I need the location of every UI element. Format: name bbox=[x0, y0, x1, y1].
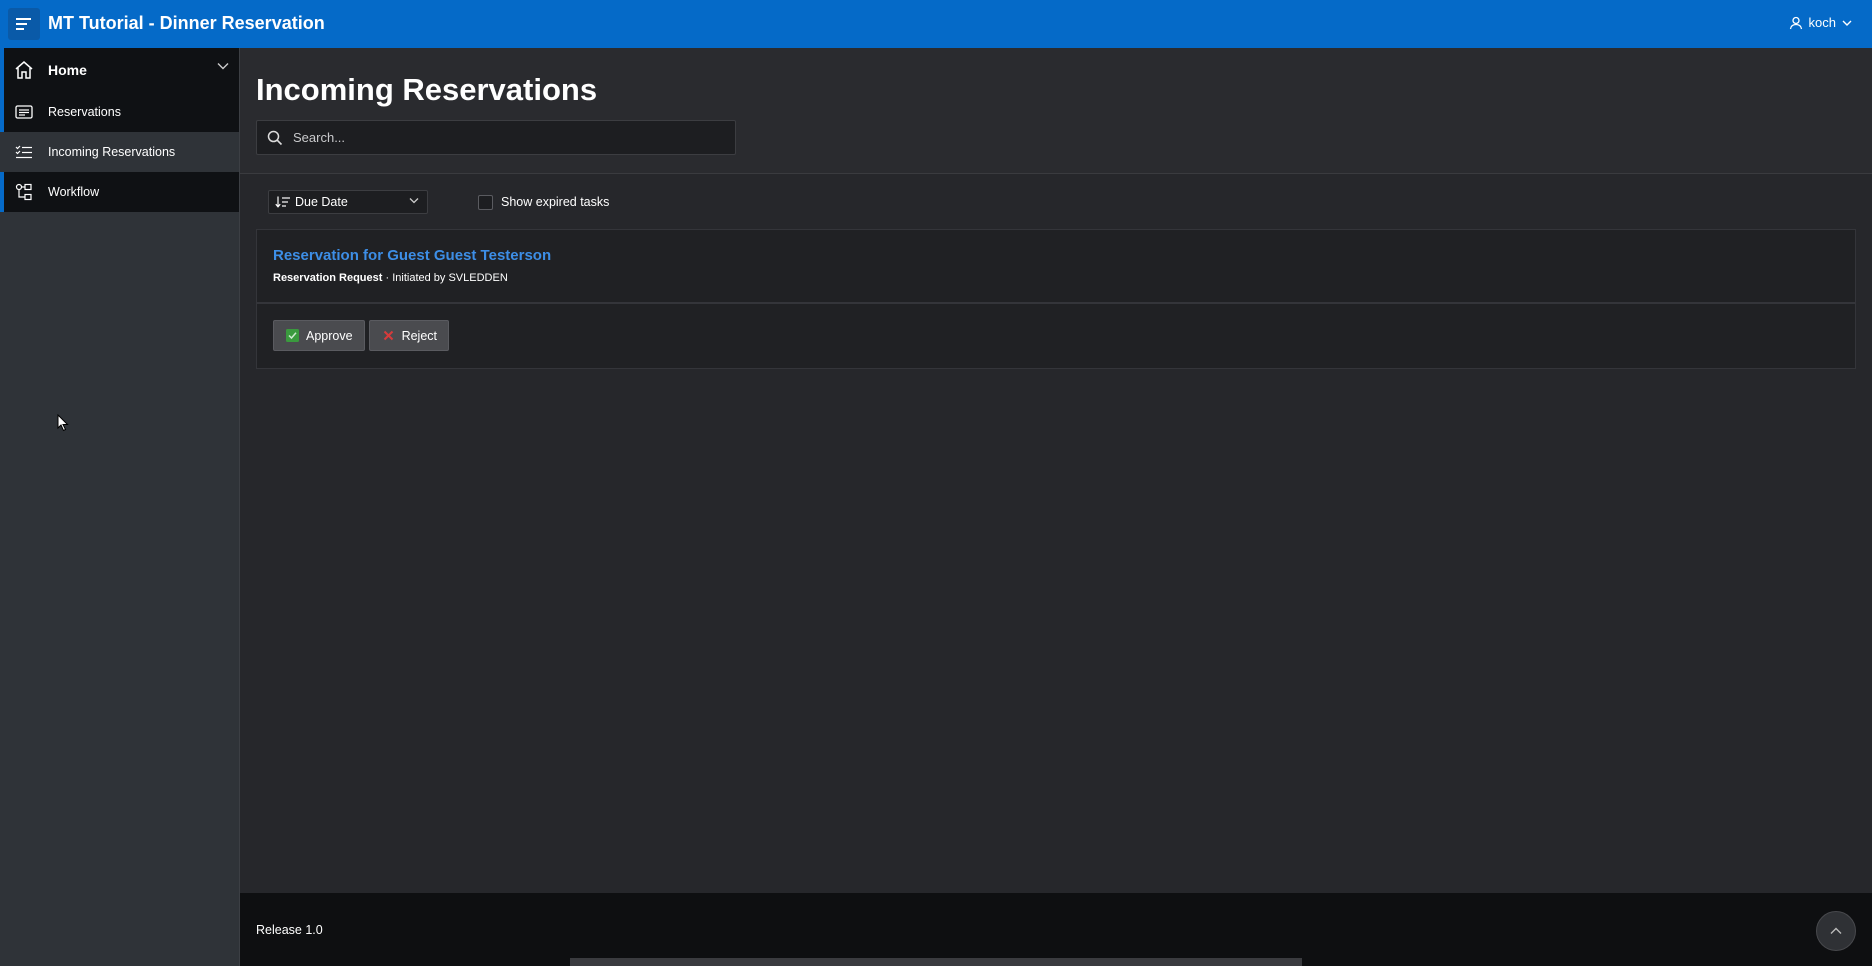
app-header: MT Tutorial - Dinner Reservation koch bbox=[0, 0, 1872, 48]
task-actions: Approve Reject bbox=[257, 304, 1855, 367]
sidebar-item-reservations[interactable]: Reservations bbox=[0, 92, 239, 132]
task-initiator: · Initiated by SVLEDDEN bbox=[382, 272, 508, 284]
chevron-down-icon[interactable] bbox=[217, 62, 229, 70]
task-type: Reservation Request bbox=[273, 272, 383, 284]
search-input[interactable] bbox=[293, 130, 723, 145]
release-label: Release 1.0 bbox=[256, 923, 323, 937]
show-expired-checkbox[interactable] bbox=[478, 194, 493, 210]
sidebar-item-label: Reservations bbox=[48, 105, 121, 119]
chevron-down-icon bbox=[409, 198, 419, 204]
search-field[interactable] bbox=[256, 120, 736, 155]
search-icon bbox=[257, 130, 293, 146]
sidebar-item-home[interactable]: Home bbox=[0, 48, 239, 92]
approve-label: Approve bbox=[306, 328, 353, 343]
show-expired-toggle[interactable]: Show expired tasks bbox=[478, 194, 610, 210]
page-header-region: Incoming Reservations bbox=[240, 48, 1872, 174]
page-title: Incoming Reservations bbox=[256, 72, 598, 107]
checklist-icon bbox=[12, 140, 36, 164]
footer: Release 1.0 bbox=[240, 893, 1872, 966]
task-title-link[interactable]: Reservation for Guest Guest Testerson bbox=[273, 247, 551, 264]
task-card-header: Reservation for Guest Guest Testerson Re… bbox=[257, 230, 1855, 304]
home-icon bbox=[12, 58, 36, 82]
chevron-down-icon bbox=[1842, 20, 1852, 26]
reject-label: Reject bbox=[401, 328, 437, 343]
task-card: Reservation for Guest Guest Testerson Re… bbox=[256, 229, 1856, 369]
workflow-icon bbox=[12, 180, 36, 204]
sidebar-item-incoming-reservations[interactable]: Incoming Reservations bbox=[0, 132, 239, 172]
user-icon bbox=[1789, 16, 1802, 29]
filter-toolbar: Due Date Show expired tasks bbox=[268, 190, 609, 214]
sidebar-item-label: Incoming Reservations bbox=[48, 145, 176, 159]
check-icon bbox=[286, 329, 299, 342]
sidebar-item-workflow[interactable]: Workflow bbox=[0, 172, 239, 212]
list-icon bbox=[12, 100, 36, 124]
close-icon bbox=[382, 329, 395, 342]
main-content: Incoming Reservations Due Date bbox=[240, 48, 1872, 893]
chevron-up-icon bbox=[1830, 927, 1842, 934]
sort-select[interactable]: Due Date bbox=[268, 190, 428, 214]
task-meta: Reservation Request · Initiated by SVLED… bbox=[273, 272, 1839, 284]
user-menu[interactable]: koch bbox=[1789, 15, 1852, 30]
sidebar: Home Reservations Incoming Reservations … bbox=[0, 48, 240, 966]
approve-button[interactable]: Approve bbox=[273, 320, 365, 351]
sort-selected-value: Due Date bbox=[295, 195, 348, 209]
sidebar-item-label: Workflow bbox=[48, 185, 100, 199]
hamburger-icon bbox=[16, 18, 31, 30]
user-name: koch bbox=[1808, 15, 1836, 30]
scroll-to-top-button[interactable] bbox=[1816, 911, 1856, 951]
sidebar-item-label: Home bbox=[48, 62, 87, 78]
menu-toggle-button[interactable] bbox=[8, 8, 40, 40]
sort-icon bbox=[275, 196, 290, 208]
app-title[interactable]: MT Tutorial - Dinner Reservation bbox=[48, 13, 325, 34]
reject-button[interactable]: Reject bbox=[368, 320, 449, 351]
show-expired-label: Show expired tasks bbox=[501, 195, 610, 209]
taskbar-edge bbox=[570, 958, 1302, 966]
mouse-cursor-icon bbox=[57, 414, 69, 432]
